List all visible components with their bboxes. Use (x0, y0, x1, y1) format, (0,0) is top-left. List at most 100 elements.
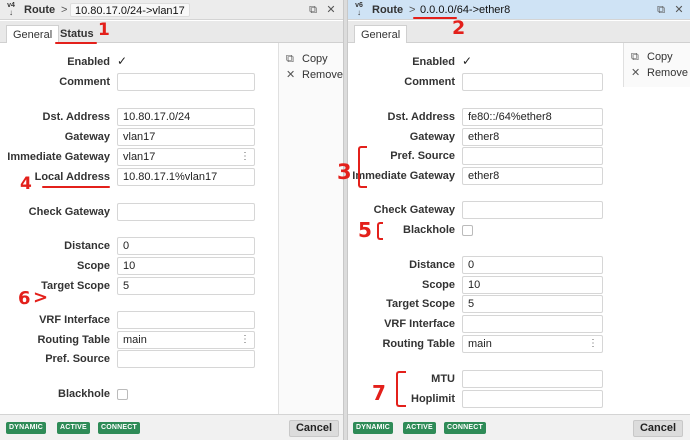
pref-source-field[interactable] (117, 350, 255, 368)
left-tab-bar: General Status (0, 21, 343, 43)
scope-label: Scope (421, 279, 455, 291)
annotation-arrow-6: > (33, 287, 49, 308)
route-path-label: 0.0.0.0/64->ether8 (420, 4, 511, 16)
blackhole-label: Blackhole (58, 388, 110, 400)
distance-label: Distance (409, 259, 455, 271)
annotation-4: 4 (20, 174, 32, 194)
routing-table-select[interactable]: main ⋮ (117, 331, 255, 349)
cancel-button[interactable]: Cancel (289, 420, 339, 437)
comment-field[interactable] (117, 73, 255, 91)
enabled-checkbox[interactable]: ✓ (117, 55, 128, 67)
check-gateway-label: Check Gateway (373, 204, 455, 216)
annotation-bracket-3 (358, 146, 367, 188)
close-icon[interactable]: ✕ (672, 3, 686, 17)
copy-button[interactable]: ⧉ Copy (286, 52, 328, 66)
right-tab-bar: General (348, 21, 690, 43)
blackhole-checkbox[interactable] (117, 389, 128, 400)
detach-window-icon[interactable]: ⧉ (654, 3, 668, 17)
detach-window-icon[interactable]: ⧉ (306, 3, 320, 17)
remove-button[interactable]: ✕ Remove (286, 68, 343, 82)
right-action-panel: ⧉ Copy ✕ Remove (623, 43, 690, 87)
tab-general[interactable]: General (6, 25, 60, 43)
annotation-underline-local (42, 186, 110, 188)
blackhole-label: Blackhole (403, 224, 455, 236)
close-icon[interactable]: ✕ (324, 3, 338, 17)
immediate-gateway-label: Immediate Gateway (352, 170, 455, 182)
ipv6-route-icon: v6 ↓ (355, 2, 363, 17)
routing-table-value: main (468, 338, 492, 350)
enabled-checkbox[interactable]: ✓ (462, 55, 473, 67)
check-gateway-field[interactable] (117, 203, 255, 221)
routing-table-label: Routing Table (37, 334, 110, 346)
vrf-interface-field[interactable] (462, 315, 603, 333)
left-title-bar: v4 ↓ Route > 10.80.17.0/24->vlan17 ⧉ ✕ (0, 0, 343, 20)
dst-address-label: Dst. Address (42, 111, 110, 123)
gateway-label: Gateway (64, 131, 110, 143)
copy-button[interactable]: ⧉ Copy (631, 50, 673, 64)
breadcrumb-separator: > (409, 4, 416, 16)
hoplimit-field[interactable] (462, 390, 603, 408)
breadcrumb-route[interactable]: Route (372, 4, 403, 16)
breadcrumb-route[interactable]: Route (24, 4, 55, 16)
immediate-gateway-label: Immediate Gateway (7, 151, 110, 163)
more-options-icon: ⋮ (240, 334, 250, 345)
ipv4-route-icon: v4 ↓ (7, 2, 15, 17)
remove-icon: ✕ (631, 67, 641, 79)
annotation-3: 3 (337, 160, 352, 184)
remove-icon: ✕ (286, 69, 296, 81)
breadcrumb-separator: > (61, 4, 68, 16)
annotation-1: 1 (98, 20, 110, 40)
immediate-gateway-select[interactable]: vlan17 ⋮ (117, 148, 255, 166)
distance-field[interactable]: 0 (117, 237, 255, 255)
enabled-label: Enabled (412, 56, 455, 68)
pref-source-field[interactable] (462, 147, 603, 165)
local-address-field[interactable]: 10.80.17.1%vlan17 (117, 168, 255, 186)
pref-source-label: Pref. Source (45, 353, 110, 365)
mtu-label: MTU (431, 373, 455, 385)
annotation-2: 2 (452, 17, 466, 39)
routing-table-label: Routing Table (382, 338, 455, 350)
routing-table-value: main (123, 334, 147, 346)
remove-button[interactable]: ✕ Remove (631, 66, 688, 80)
target-scope-field[interactable]: 5 (117, 277, 255, 295)
status-badge-active: ACTIVE (403, 422, 436, 434)
immediate-gateway-value: vlan17 (123, 151, 156, 163)
dst-address-field[interactable]: fe80::/64%ether8 (462, 108, 603, 126)
right-status-bar: DYNAMIC ACTIVE CONNECT Cancel (348, 414, 690, 440)
distance-label: Distance (64, 240, 110, 252)
cancel-button[interactable]: Cancel (633, 420, 683, 437)
dst-address-label: Dst. Address (387, 111, 455, 123)
status-badge-dynamic: DYNAMIC (353, 422, 394, 434)
comment-field[interactable] (462, 73, 603, 91)
target-scope-field[interactable]: 5 (462, 295, 603, 313)
pref-source-label: Pref. Source (390, 150, 455, 162)
status-badge-dynamic: DYNAMIC (6, 422, 47, 434)
gateway-label: Gateway (409, 131, 455, 143)
dst-address-field[interactable]: 10.80.17.0/24 (117, 108, 255, 126)
vrf-interface-label: VRF Interface (39, 314, 110, 326)
vrf-interface-label: VRF Interface (384, 318, 455, 330)
enabled-label: Enabled (67, 56, 110, 68)
mtu-field[interactable] (462, 370, 603, 388)
distance-field[interactable]: 0 (462, 256, 603, 274)
annotation-underline-path (413, 17, 457, 19)
status-badge-connect: CONNECT (444, 422, 487, 434)
gateway-field[interactable]: vlan17 (117, 128, 255, 146)
scope-field[interactable]: 10 (117, 257, 255, 275)
left-status-bar: DYNAMIC ACTIVE CONNECT Cancel (0, 414, 343, 440)
immediate-gateway-field[interactable]: ether8 (462, 167, 603, 185)
hoplimit-label: Hoplimit (411, 393, 455, 405)
comment-label: Comment (404, 76, 455, 88)
vrf-interface-field[interactable] (117, 311, 255, 329)
annotation-6: 6 (18, 288, 31, 309)
scope-label: Scope (76, 260, 110, 272)
scope-field[interactable]: 10 (462, 276, 603, 294)
check-gateway-field[interactable] (462, 201, 603, 219)
routing-table-select[interactable]: main ⋮ (462, 335, 603, 353)
tab-general[interactable]: General (354, 25, 408, 43)
left-action-panel: ⧉ Copy ✕ Remove (278, 43, 343, 414)
tab-status[interactable]: Status (54, 25, 100, 43)
local-address-label: Local Address (34, 171, 110, 183)
gateway-field[interactable]: ether8 (462, 128, 603, 146)
blackhole-checkbox[interactable] (462, 225, 473, 236)
